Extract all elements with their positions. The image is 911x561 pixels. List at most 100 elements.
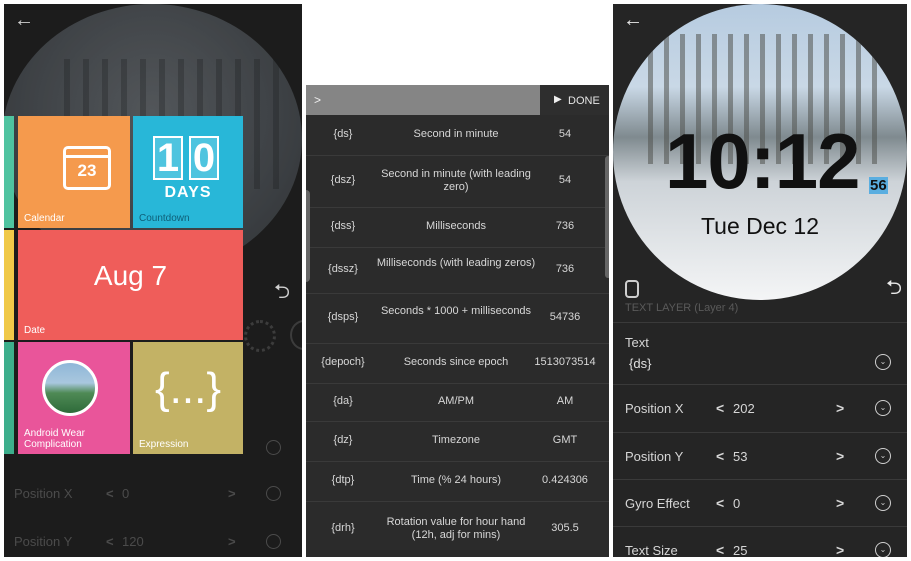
tag-row[interactable]: {ds} Second in minute 54 [306,115,609,156]
tag-row[interactable]: {dss} Milliseconds 736 [306,207,609,248]
text-value[interactable]: {ds} [629,356,651,371]
tag-code: {dssz} [328,263,358,275]
tag-code: {dsz} [330,174,356,186]
text-label: Text [625,335,649,350]
text-layer-editor-panel: 10:12 56 Tue Dec 12 ← ⮌ TEXT LAYER (Laye… [613,4,907,557]
increment-icon: > [228,486,236,501]
decrement-chevron-icon[interactable]: < [716,495,724,511]
property-row[interactable]: Position X <202 > ⌄ [613,384,907,433]
chevron-circle-icon [266,534,281,549]
tile-calendar[interactable]: 23 Calendar [18,116,130,228]
calendar-icon: 23 [63,146,111,190]
tag-code: {dss} [330,220,356,232]
tile-countdown[interactable]: 1 0 DAYS Countdown [133,116,243,228]
tag-code: {dtp} [331,474,355,486]
increment-chevron-icon[interactable]: > [836,542,844,557]
tag-value: 54 [558,174,572,186]
increment-chevron-icon[interactable]: > [836,448,844,464]
tile-expression[interactable]: {...} Expression [133,342,243,454]
watch-seconds-selected[interactable]: 56 [869,177,888,194]
property-value: 0 [733,496,741,511]
increment-icon: > [228,534,236,549]
property-value: 53 [733,449,748,464]
faded-value: 0 [122,486,130,501]
tile-strip [4,230,14,340]
decrement-chevron-icon[interactable]: < [716,448,724,464]
text-property[interactable]: Text {ds} ⌄ [613,322,907,385]
braces-icon: {...} [154,364,222,413]
done-button[interactable]: ▶ DONE [540,85,609,115]
watchface-element-picker-panel: ← ⮌ 23 Calendar 1 0 DAYS Countdown Aug 7… [4,4,302,557]
back-arrow-icon[interactable]: ← [623,10,643,30]
chevron-circle-icon [266,440,281,455]
chevron-down-circle-icon[interactable]: ⌄ [875,448,891,464]
play-icon: ▶ [554,94,562,105]
chevron-down-circle-icon[interactable]: ⌄ [875,542,891,557]
property-row[interactable]: Gyro Effect <0 > ⌄ [613,479,907,528]
decrement-chevron-icon[interactable]: < [716,542,724,557]
chevron-down-circle-icon[interactable]: ⌄ [875,495,891,511]
tag-value: 54 [558,128,572,140]
tile-label: Countdown [139,213,190,224]
tag-row[interactable]: {drh} Rotation value for hour hand (12h, … [306,501,609,557]
decrement-icon: < [106,534,114,549]
tag-code: {drh} [331,522,355,534]
date-preview-text: Aug 7 [93,260,168,291]
increment-chevron-icon[interactable]: > [836,400,844,416]
decrement-chevron-icon[interactable]: < [716,400,724,416]
tag-description: Timezone [432,434,480,446]
tile-date[interactable]: Aug 7 Date [18,230,243,340]
tag-value: AM [556,395,574,407]
tag-value: 0.424306 [542,474,588,486]
section-label: TEXT LAYER (Layer 4) [625,302,739,314]
input-prompt: > [314,93,322,107]
tag-row[interactable]: {dsz} Second in minute (with leading zero… [306,155,609,208]
property-row[interactable]: Position Y <53 > ⌄ [613,432,907,481]
done-label: DONE [568,95,600,107]
tile-android-wear-complication[interactable]: Android Wear Complication [18,342,130,454]
chevron-down-circle-icon[interactable]: ⌄ [875,354,891,370]
property-label: Text Size [625,543,678,557]
tile-label: Calendar [24,213,65,224]
tag-value: 736 [555,263,575,275]
tag-code: {ds} [333,128,353,140]
property-value: 202 [733,401,755,416]
tag-row[interactable]: {depoch} Seconds since epoch 1513073514 [306,343,609,384]
tile-label: Android Wear Complication [24,428,85,450]
tag-value: 305.5 [551,522,579,534]
chevron-down-circle-icon[interactable]: ⌄ [875,400,891,416]
tag-description: Rotation value for hour hand (12h, adj f… [386,516,526,541]
faded-value: 120 [122,534,144,549]
tag-row[interactable]: {dssz} Milliseconds (with leading zeros) 7… [306,247,609,294]
tag-description: Time (% 24 hours) [410,474,502,486]
tag-value: 54736 [549,311,581,323]
watch-time: 10:12 [665,117,860,205]
tag-row[interactable]: {da} AM/PM AM [306,383,609,422]
tile-label: Date [24,325,46,336]
tag-description: Milliseconds (with leading zeros) [376,257,536,269]
tag-row[interactable]: {dtp} Time (% 24 hours) 0.424306 [306,461,609,502]
gear-icon[interactable] [244,320,276,352]
property-value: 25 [733,543,748,557]
tag-description: Second in minute (with leading zero) [381,168,531,193]
tag-description: Seconds since epoch [403,356,509,368]
watch-icon[interactable] [625,280,639,298]
countdown-digit: 0 [189,136,219,180]
property-label: Position Y [625,449,684,464]
increment-chevron-icon[interactable]: > [836,495,844,511]
undo-icon[interactable]: ⮌ [274,282,290,302]
back-arrow-icon[interactable]: ← [14,10,34,30]
tag-description: AM/PM [437,395,475,407]
tag-row[interactable]: {dz} Timezone GMT [306,421,609,462]
tag-value: 1513073514 [534,356,596,368]
tag-value: GMT [552,434,578,446]
tag-row[interactable]: {dsps} Seconds * 1000 + milliseconds 54736 [306,293,609,344]
decrement-icon: < [106,486,114,501]
countdown-digit: 1 [153,136,183,180]
tile-strip [4,116,14,228]
undo-icon[interactable]: ⮌ [886,278,902,298]
property-row[interactable]: Text Size <25 > ⌄ [613,526,907,557]
property-label: Gyro Effect [625,496,690,511]
scrollbar[interactable] [605,156,609,278]
tag-description: Seconds * 1000 + milliseconds [380,305,532,317]
